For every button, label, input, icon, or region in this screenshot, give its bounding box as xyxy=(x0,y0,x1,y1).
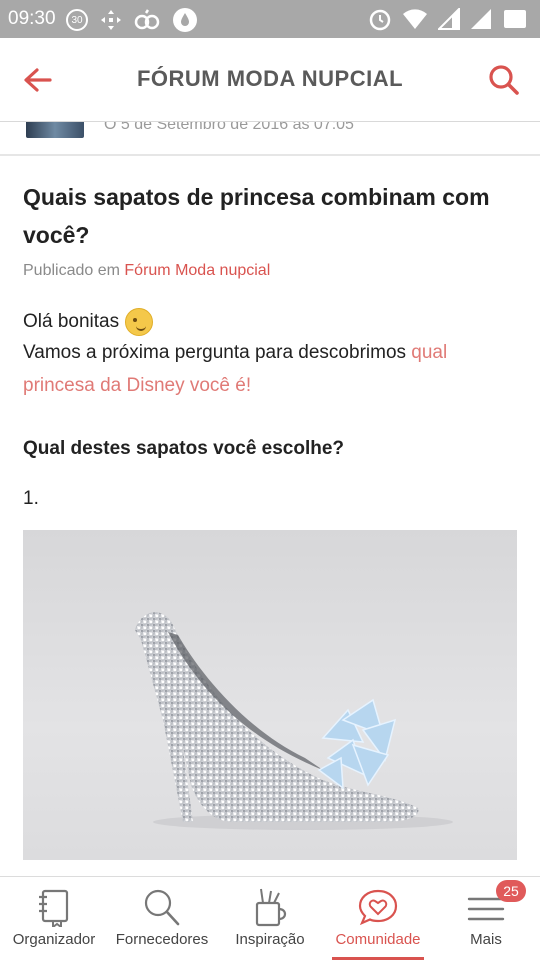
drop-icon xyxy=(173,8,197,32)
forum-link[interactable]: Fórum Moda nupcial xyxy=(124,262,270,279)
nav-mais[interactable]: 25 Mais xyxy=(432,877,540,960)
move-icon xyxy=(101,10,121,30)
pencil-cup-icon xyxy=(255,888,287,927)
published-prefix: Publicado em xyxy=(23,262,120,279)
status-bar: 09:30 30 xyxy=(0,0,540,38)
post-date: O 5 de Setembro de 2016 às 07:05 xyxy=(104,122,354,133)
notification-badge: 25 xyxy=(496,880,526,902)
nav-label-fornecedores: Fornecedores xyxy=(115,931,209,948)
nav-label-comunidade: Comunidade xyxy=(335,931,421,948)
body-text: Vamos a próxima pergunta para descobrimo… xyxy=(23,342,407,363)
nav-label-mais: Mais xyxy=(470,931,502,948)
page-title: FÓRUM MODA NUPCIAL xyxy=(136,66,404,91)
smirk-emoji-icon xyxy=(125,308,154,336)
signal-icon xyxy=(438,8,460,30)
wifi-icon xyxy=(403,9,427,29)
notebook-icon xyxy=(39,889,69,927)
post-body: Vamos a próxima pergunta para descobrimo… xyxy=(23,336,503,402)
nav-inspiracao[interactable]: Inspiração xyxy=(216,877,324,960)
search-icon xyxy=(489,65,519,95)
nav-label-inspiracao: Inspiração xyxy=(235,931,305,948)
app-bar: FÓRUM MODA NUPCIAL xyxy=(0,38,540,122)
nav-organizador[interactable]: Organizador xyxy=(0,877,108,960)
bottom-navigation: Organizador Fornecedores Inspiração Comu… xyxy=(0,876,540,960)
nav-label-organizador: Organizador xyxy=(12,931,96,948)
nav-comunidade[interactable]: Comunidade xyxy=(324,877,432,960)
post-title: Quais sapatos de princesa combinam com v… xyxy=(23,184,490,248)
greeting-line: Olá bonitas xyxy=(23,308,154,336)
post-content[interactable]: O 5 de Setembro de 2016 às 07:05 Quais s… xyxy=(0,122,540,876)
nav-fornecedores[interactable]: Fornecedores xyxy=(108,877,216,960)
greeting-text: Olá bonitas xyxy=(23,311,120,332)
post-meta: O 5 de Setembro de 2016 às 07:05 xyxy=(0,122,540,156)
crystal-shoe-image xyxy=(135,612,453,830)
author-avatar[interactable] xyxy=(26,122,84,138)
search-button[interactable] xyxy=(486,62,522,98)
post-question: Qual destes sapatos você escolhe? xyxy=(23,438,345,459)
item-number: 1. xyxy=(23,488,39,509)
notification-count-icon: 30 xyxy=(66,9,88,31)
heart-chat-icon xyxy=(358,889,398,926)
search-icon xyxy=(144,889,180,926)
shoe-photo[interactable] xyxy=(23,530,517,860)
battery-icon xyxy=(504,10,526,28)
link-icon xyxy=(134,9,160,30)
alarm-icon xyxy=(369,9,391,31)
signal-2-icon xyxy=(471,9,491,29)
status-time: 09:30 xyxy=(8,8,56,29)
published-line: Publicado em Fórum Moda nupcial xyxy=(23,262,270,280)
